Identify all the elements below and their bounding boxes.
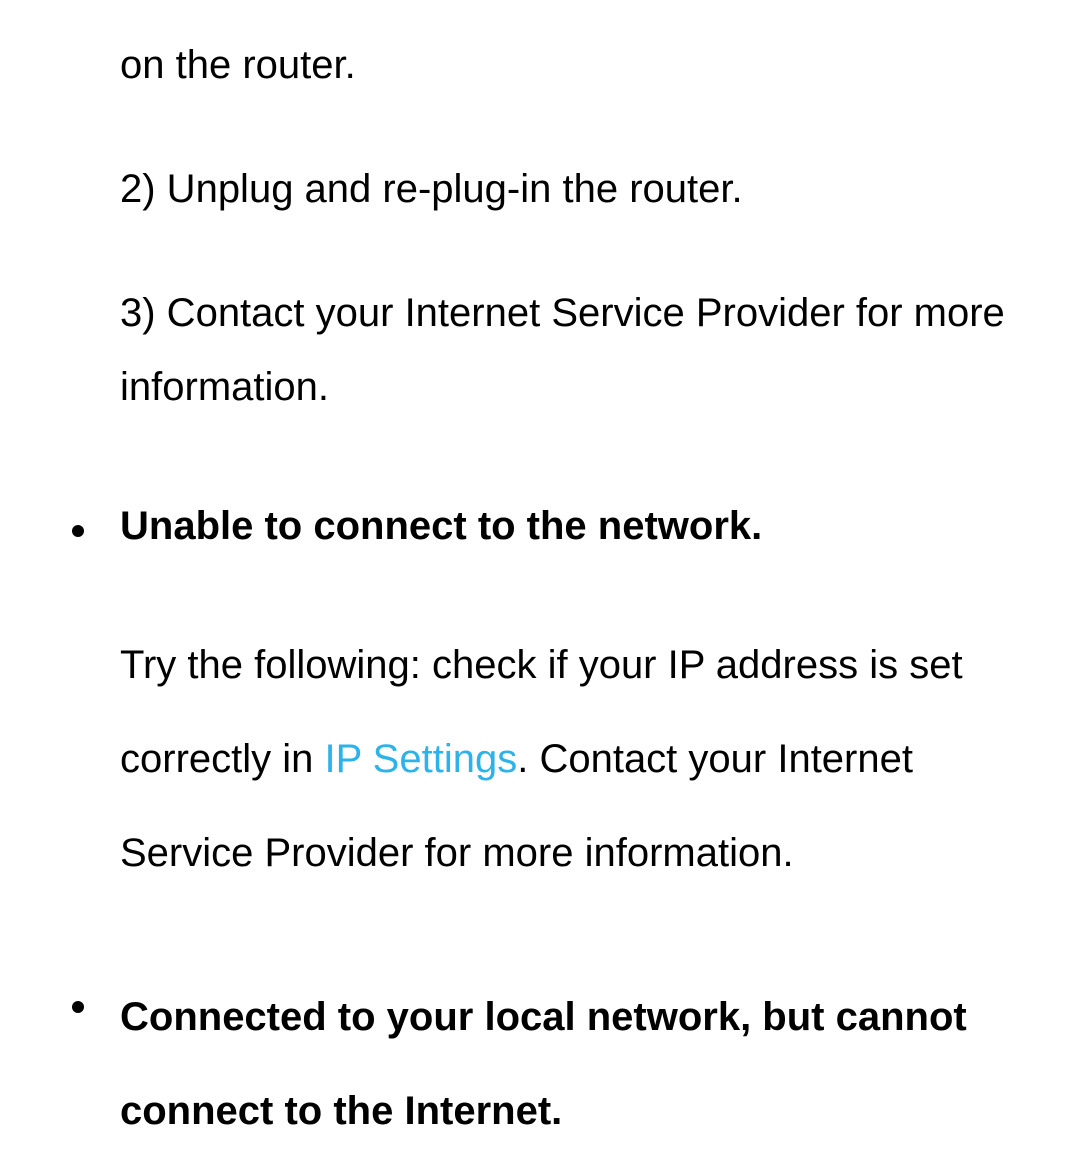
bullet-heading: Unable to connect to the network. [120, 494, 1040, 558]
help-article-body: on the router. 2) Unplug and re-plug-in … [0, 28, 1080, 1158]
bullet-body: Try the following: check if your IP addr… [120, 618, 1040, 900]
bullet-connected-local-no-internet: Connected to your local network, but can… [120, 970, 1040, 1158]
bullet-icon [72, 525, 84, 537]
bullet-heading: Connected to your local network, but can… [120, 970, 1040, 1158]
step-2: 2) Unplug and re-plug-in the router. [120, 152, 1040, 226]
ip-settings-link[interactable]: IP Settings [325, 737, 518, 781]
bullet-unable-to-connect: Unable to connect to the network. Try th… [120, 494, 1040, 900]
step-fragment-top: on the router. [120, 28, 1040, 102]
bullet-icon [72, 1001, 84, 1013]
step-3: 3) Contact your Internet Service Provide… [120, 276, 1040, 424]
